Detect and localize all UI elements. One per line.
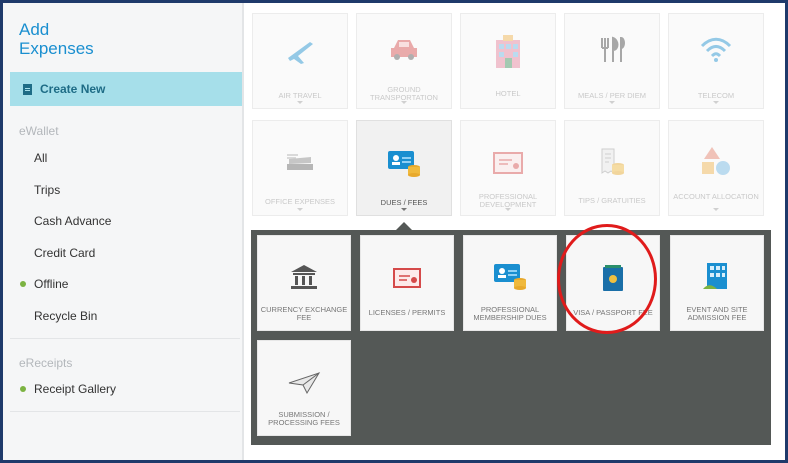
category-label: TELECOM [697,91,735,100]
category-label: DUES / FEES [380,198,428,207]
receipt-coins-icon [601,148,624,175]
panel-pointer [396,222,412,230]
category-label: MEALS / PER DIEM [578,91,646,100]
chevron-down-icon [297,101,303,104]
category-air-travel[interactable]: AIR TRAVEL [252,13,348,109]
chevron-down-icon [713,101,719,104]
chevron-down-icon [297,208,303,211]
id-card-coins-icon [494,264,526,290]
app-window: Add Expenses Create New eWallet All Trip… [0,0,788,463]
category-dues-fees[interactable]: DUES / FEES [356,120,452,216]
subcategory-professional-membership-dues[interactable]: PROFESSIONAL MEMBERSHIP DUES [463,235,557,331]
sidebar-item-receipt-gallery[interactable]: Receipt Gallery [34,382,116,396]
category-label: OFFICE EXPENSES [264,197,336,206]
category-hotel[interactable]: HOTEL [460,13,556,109]
category-telecom[interactable]: TELECOM [668,13,764,109]
chevron-down-icon [401,208,407,211]
category-label: AIR TRAVEL [278,91,322,100]
category-label: HOTEL [495,89,521,98]
category-account-allocation[interactable]: ACCOUNT ALLOCATION [668,120,764,216]
stapler-icon [287,154,313,170]
category-meals-per-diem[interactable]: MEALS / PER DIEM [564,13,660,109]
shapes-icon [702,147,730,175]
airplane-icon [288,42,313,64]
certificate-icon [493,152,523,174]
subcategory-licenses-permits[interactable]: LICENSES / PERMITS [360,235,454,331]
sidebar-divider [10,338,240,339]
subcategory-label: PROFESSIONAL MEMBERSHIP DUES [473,305,547,322]
document-icon [23,83,32,95]
sidebar-item-all[interactable]: All [34,151,47,165]
highlight-circle [557,224,657,334]
ereceipts-section-label: eReceipts [19,356,73,370]
sidebar: Add Expenses Create New eWallet All Trip… [3,3,244,460]
subcategory-event-and-site-admission-fee[interactable]: EVENT AND SITE ADMISSION FEE [670,235,764,331]
utensils-icon [601,36,625,62]
chevron-down-icon [713,208,719,211]
category-label: PROFESSIONAL DEVELOPMENT [478,192,538,209]
sidebar-item-cash-advance[interactable]: Cash Advance [34,214,111,228]
chevron-down-icon [505,208,511,211]
subcategory-label: EVENT AND SITE ADMISSION FEE [686,305,748,322]
ewallet-section-label: eWallet [19,124,59,138]
wifi-icon [700,37,732,62]
bank-icon [291,265,317,289]
create-new-label: Create New [40,82,106,96]
chevron-down-icon [609,101,615,104]
hotel-icon [496,35,520,68]
subcategory-label: LICENSES / PERMITS [368,308,446,317]
category-tips-gratuities[interactable]: TIPS / GRATUITIES [564,120,660,216]
category-label: TIPS / GRATUITIES [578,196,646,205]
category-professional-development[interactable]: PROFESSIONAL DEVELOPMENT [460,120,556,216]
receipt-gallery-status-dot [20,386,26,392]
sidebar-item-credit-card[interactable]: Credit Card [34,246,95,260]
offline-status-dot [20,281,26,287]
create-new-button[interactable]: Create New [10,72,242,106]
chevron-down-icon [401,101,407,104]
sidebar-divider [10,411,240,412]
sidebar-title: Add Expenses [19,20,94,58]
sidebar-item-recycle-bin[interactable]: Recycle Bin [34,309,97,323]
subcategory-label: CURRENCY EXCHANGE FEE [260,305,348,322]
paper-plane-icon [288,372,321,395]
car-icon [391,40,417,60]
subcategory-label: SUBMISSION / PROCESSING FEES [268,410,340,427]
category-label: GROUND TRANSPORTATION [370,85,438,102]
category-office-expenses[interactable]: OFFICE EXPENSES [252,120,348,216]
building-icon [703,263,727,289]
category-grid: AIR TRAVEL GROUND TRANSPORTATION HOTEL M… [244,3,785,460]
subcategory-submission-processing-fees[interactable]: SUBMISSION / PROCESSING FEES [257,340,351,436]
sidebar-item-offline[interactable]: Offline [34,277,68,291]
category-label: ACCOUNT ALLOCATION [673,192,759,201]
id-card-coins-icon [388,151,420,177]
category-ground-transportation[interactable]: GROUND TRANSPORTATION [356,13,452,109]
subcategory-currency-exchange-fee[interactable]: CURRENCY EXCHANGE FEE [257,235,351,331]
license-icon [393,268,421,288]
sidebar-item-trips[interactable]: Trips [34,183,60,197]
